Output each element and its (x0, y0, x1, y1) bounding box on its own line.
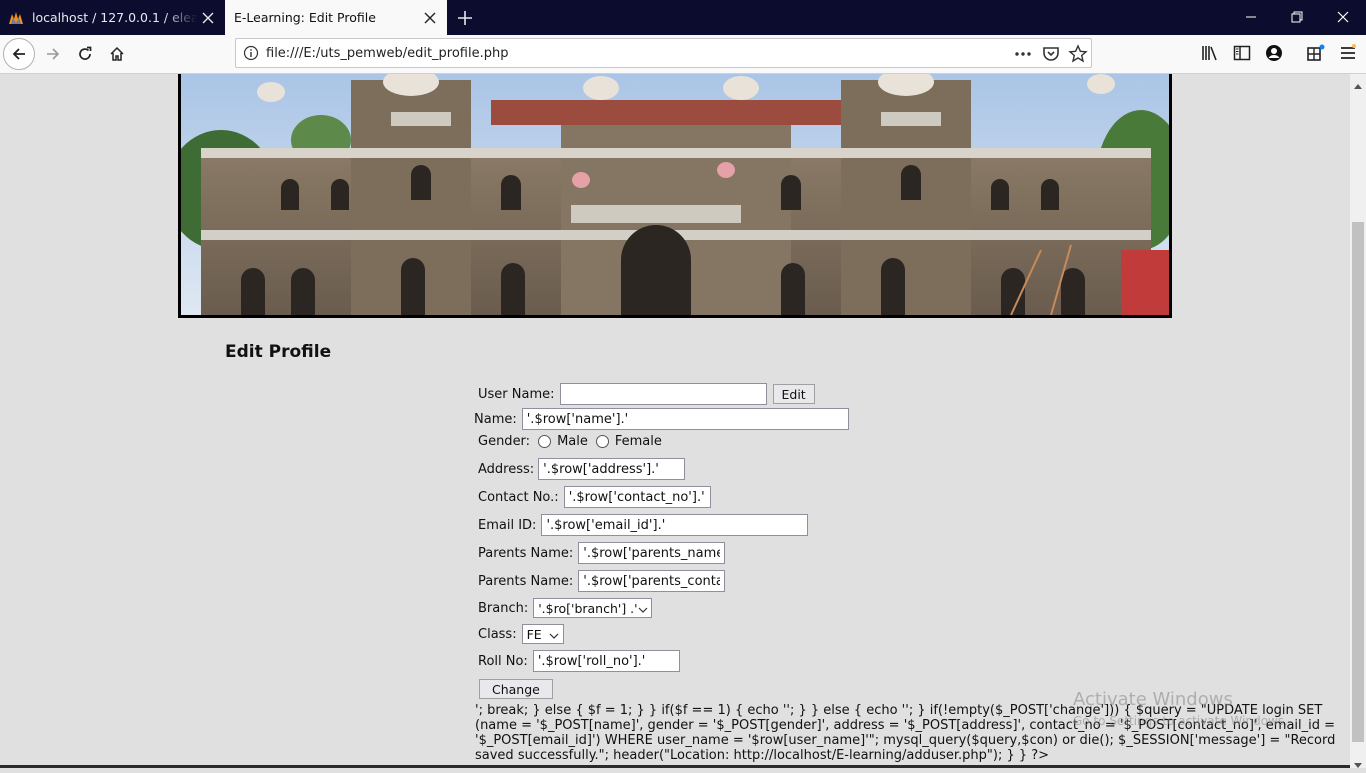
library-icon[interactable] (1201, 44, 1219, 66)
minimize-icon[interactable] (1228, 0, 1274, 33)
gender-male-label: Male (557, 434, 588, 449)
sidebar-icon[interactable] (1233, 44, 1251, 66)
branch-selected-value: '.$ro['branch'] .' (538, 600, 638, 616)
gender-row: Gender: Male Female (478, 434, 662, 449)
parents-contact-input[interactable] (578, 570, 726, 592)
more-icon[interactable] (1013, 44, 1033, 68)
parents-contact-label: Parents Name: (478, 573, 574, 589)
navigation-toolbar: file:///E:/uts_pemweb/edit_profile.php (0, 35, 1366, 74)
branch-select[interactable]: '.$ro['branch'] .' (533, 598, 653, 618)
address-row: Address: (478, 458, 686, 480)
change-row: Change (479, 679, 553, 699)
extensions-icon[interactable] (1306, 44, 1326, 66)
contact-input[interactable] (563, 486, 711, 508)
pocket-icon[interactable] (1041, 44, 1061, 68)
chevron-down-icon (638, 601, 648, 616)
scroll-down-icon[interactable] (1354, 758, 1362, 773)
roll-label: Roll No: (478, 653, 528, 669)
close-tab-icon[interactable] (419, 7, 441, 29)
edit-button[interactable]: Edit (772, 384, 815, 404)
star-icon[interactable] (1068, 44, 1088, 68)
change-button[interactable]: Change (479, 679, 553, 699)
tab-phpmyadmin[interactable]: localhost / 127.0.0.1 / elearning (0, 0, 225, 35)
gender-female-radio[interactable] (595, 435, 609, 448)
home-button[interactable] (101, 38, 133, 70)
address-bar[interactable]: file:///E:/uts_pemweb/edit_profile.php (235, 38, 1092, 68)
account-icon[interactable] (1265, 44, 1283, 66)
reload-button[interactable] (69, 38, 101, 70)
branch-label: Branch: (478, 600, 529, 616)
name-input[interactable] (521, 408, 849, 430)
scroll-up-icon[interactable] (1354, 78, 1362, 93)
tab-edit-profile[interactable]: E-Learning: Edit Profile (225, 0, 447, 35)
page-viewport: Edit Profile User Name: Edit Name: Gende… (0, 74, 1350, 768)
tab-title: localhost / 127.0.0.1 / elearning (32, 10, 197, 25)
user-name-input[interactable] (559, 383, 767, 405)
activate-windows-subtitle: Go to Settings to activate Windows. (1073, 714, 1288, 728)
tab-strip: localhost / 127.0.0.1 / elearning E-Lear… (0, 0, 1366, 35)
menu-icon[interactable] (1339, 44, 1357, 66)
contact-row: Contact No.: (478, 486, 711, 508)
class-row: Class: FE (478, 624, 564, 644)
gender-male-radio[interactable] (538, 435, 552, 448)
contact-label: Contact No.: (478, 489, 559, 505)
close-window-icon[interactable] (1320, 0, 1366, 33)
scrollbar-thumb[interactable] (1352, 222, 1364, 742)
gender-female-label: Female (614, 434, 662, 449)
restore-icon[interactable] (1274, 0, 1320, 33)
vertical-scrollbar[interactable] (1350, 74, 1366, 768)
branch-row: Branch: '.$ro['branch'] .' (478, 598, 653, 618)
name-label: Name: (474, 411, 517, 427)
gender-label: Gender: (478, 434, 531, 449)
close-tab-icon[interactable] (197, 7, 219, 29)
email-label: Email ID: (478, 517, 537, 533)
address-label: Address: (478, 461, 535, 477)
building-banner-image (178, 74, 1172, 318)
parents-contact-row: Parents Name: (478, 570, 726, 592)
activate-windows-title: Activate Windows (1073, 689, 1233, 710)
class-select[interactable]: FE (521, 624, 564, 644)
page-title: Edit Profile (225, 342, 332, 362)
parents-name-input[interactable] (578, 542, 726, 564)
name-row: Name: (474, 408, 849, 430)
chevron-down-icon (549, 627, 559, 642)
parents-name-label: Parents Name: (478, 545, 574, 561)
tab-title: E-Learning: Edit Profile (234, 10, 376, 25)
address-input[interactable] (538, 458, 686, 480)
parents-name-row: Parents Name: (478, 542, 726, 564)
class-selected-value: FE (526, 626, 542, 642)
info-icon[interactable] (243, 45, 259, 65)
phpmyadmin-favicon-icon (8, 10, 24, 26)
roll-row: Roll No: (478, 650, 680, 672)
user-name-row: User Name: Edit (478, 383, 815, 405)
roll-input[interactable] (532, 650, 680, 672)
new-tab-icon[interactable] (452, 5, 478, 31)
email-row: Email ID: (478, 514, 809, 536)
class-label: Class: (478, 626, 517, 642)
leaked-php-code-text: '; break; } else { $f = 1; } } if($f == … (475, 703, 1336, 763)
forward-button[interactable] (37, 38, 69, 70)
back-button[interactable] (3, 38, 35, 70)
user-name-label: User Name: (478, 386, 555, 402)
email-input[interactable] (541, 514, 809, 536)
url-text: file:///E:/uts_pemweb/edit_profile.php (266, 46, 509, 61)
